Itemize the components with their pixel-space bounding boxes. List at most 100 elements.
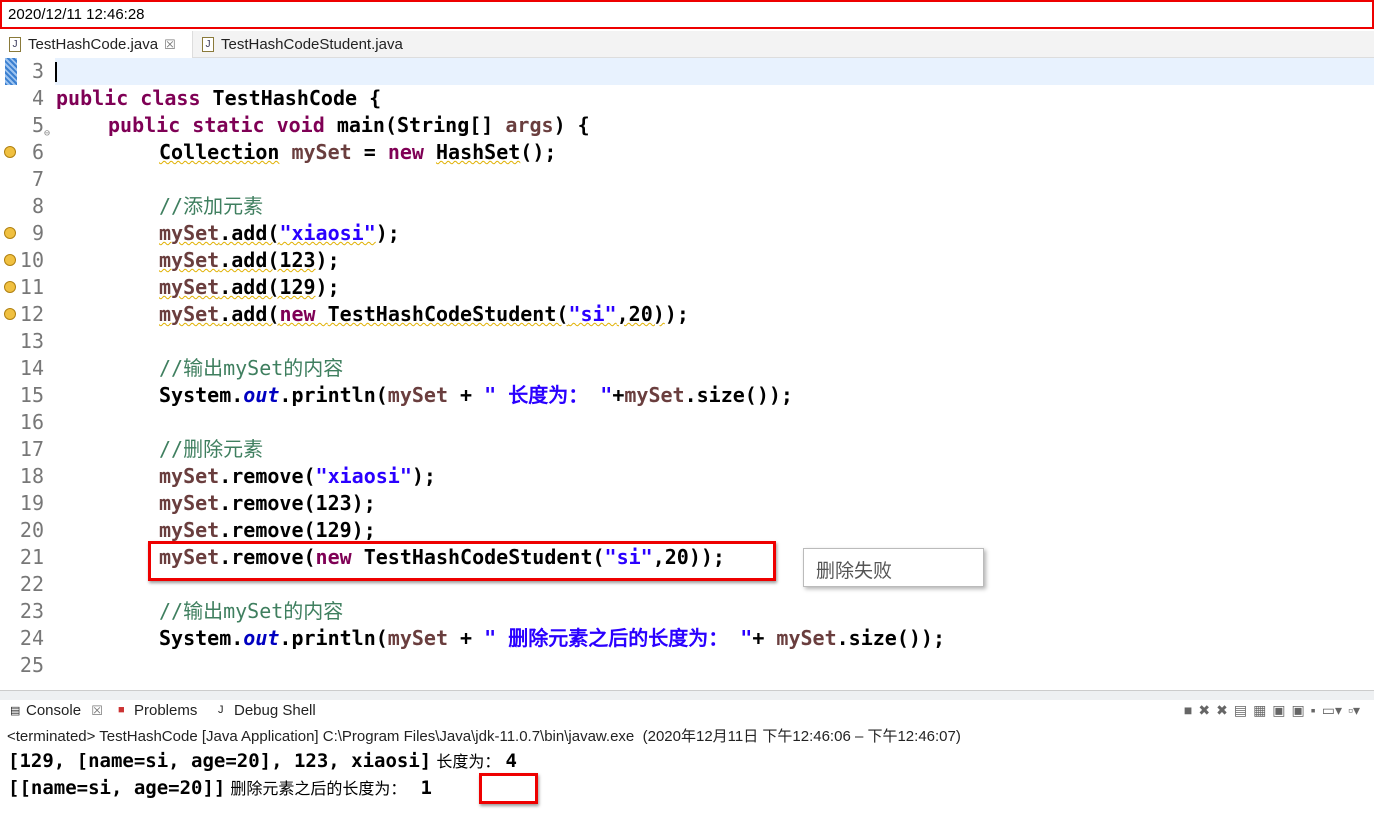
line-number: 14 (19, 356, 44, 380)
code-token: public (108, 113, 193, 137)
output-text: [129, [name=si, age=20], 123, xiaosi] (8, 750, 432, 772)
code-token: " 删除元素之后的长度为： " (484, 626, 753, 650)
close-icon[interactable]: ☒ (164, 37, 176, 52)
code-token: ,20) (616, 302, 665, 326)
code-token: = (351, 140, 388, 164)
line-number: 21 (19, 545, 44, 569)
code-line[interactable]: 25 (0, 652, 1374, 679)
tab-label: Debug Shell (234, 702, 316, 719)
code-token: System. (159, 626, 244, 650)
code-line[interactable]: 12 mySet.add(new TestHashCodeStudent("si"… (0, 301, 1374, 328)
code-line[interactable]: 10 mySet.add(123); (0, 247, 1374, 274)
code-token: mySet (159, 302, 220, 326)
code-line[interactable]: 15 System.out.println(mySet + " 长度为： "+my… (0, 382, 1374, 409)
display-console-icon[interactable]: ▭▾ (1322, 702, 1342, 719)
code-token: ); (315, 275, 340, 299)
word-wrap-icon[interactable]: ▦ (1253, 702, 1266, 719)
line-number: 15 (19, 383, 44, 407)
code-token: mySet (776, 626, 837, 650)
show-stdout-icon[interactable]: ▣ (1272, 702, 1285, 719)
console-process-info: <terminated> TestHashCode [Java Applicat… (7, 728, 961, 745)
code-text: //删除元素 (159, 436, 263, 463)
line-number: 6 (31, 140, 44, 164)
timestamp: 2020/12/11 12:46:28 (8, 6, 145, 23)
code-token: new (279, 302, 328, 326)
code-token: mySet (159, 518, 220, 542)
code-line[interactable]: 17 //删除元素 (0, 436, 1374, 463)
code-line[interactable]: 13 (0, 328, 1374, 355)
code-line[interactable]: 4 public class TestHashCode { (0, 85, 1374, 112)
code-token: ); (315, 248, 340, 272)
code-line[interactable]: 6 Collection mySet = new HashSet(); (0, 139, 1374, 166)
code-token: //删除元素 (159, 437, 264, 461)
code-token: //输出mySet的内容 (159, 356, 344, 380)
code-token: out (243, 383, 280, 407)
pin-icon[interactable]: ▪ (1311, 702, 1316, 719)
tab-console[interactable]: ▤ Console ☒ (10, 702, 103, 719)
code-line[interactable]: 5 ⊖ public static void main(String[] args)… (0, 112, 1374, 139)
tab-label: TestHashCodeStudent.java (221, 36, 403, 53)
code-line[interactable]: 24 System.out.println(mySet + " 删除元素之后的长度… (0, 625, 1374, 652)
terminate-icon[interactable]: ■ (1184, 702, 1192, 719)
code-token: mySet (387, 383, 449, 407)
close-icon[interactable]: ☒ (91, 703, 103, 718)
code-token: public (56, 86, 141, 110)
tab-label: TestHashCode.java (28, 36, 159, 53)
line-number: 19 (19, 491, 44, 515)
tab-debug-shell[interactable]: J Debug Shell (218, 702, 316, 719)
code-line[interactable]: 7 (0, 166, 1374, 193)
code-line[interactable]: 9 mySet.add("xiaosi"); (0, 220, 1374, 247)
java-file-icon: J (202, 37, 214, 52)
code-token: new (387, 140, 436, 164)
line-number: 17 (19, 437, 44, 461)
line-number: 20 (19, 518, 44, 542)
code-line[interactable]: 19 mySet.remove(123); (0, 490, 1374, 517)
code-token: args (505, 113, 554, 137)
panel-divider[interactable] (0, 690, 1374, 700)
code-token: .add(123 (219, 248, 316, 272)
code-token: "si" (568, 302, 617, 326)
code-line[interactable]: 18 mySet.remove("xiaosi"); (0, 463, 1374, 490)
timestamp-bar: 2020/12/11 12:46:28 (0, 0, 1374, 29)
remove-launch-icon[interactable]: ✖ (1198, 702, 1210, 719)
problems-icon: ■ (118, 704, 125, 716)
code-line[interactable]: 3 (0, 58, 1374, 85)
code-token: .println( (279, 383, 388, 407)
code-line[interactable]: 23 //输出mySet的内容 (0, 598, 1374, 625)
tab-problems[interactable]: ■ Problems (118, 702, 197, 719)
code-text: System.out.println(mySet + " 长度为： "+mySe… (159, 382, 793, 409)
code-line[interactable]: 11 mySet.add(129); (0, 274, 1374, 301)
code-token: .add( (219, 221, 280, 245)
code-text: mySet.remove(129); (159, 517, 376, 544)
code-text: //输出mySet的内容 (159, 598, 343, 625)
line-number: 24 (19, 626, 44, 650)
code-token: System. (159, 383, 244, 407)
code-line[interactable]: 16 (0, 409, 1374, 436)
line-number: 8 (31, 194, 44, 218)
console-tabs: ▤ Console ☒ ■ Problems J Debug Shell ■ ✖ ✖ ▤ ▦ ▣… (0, 700, 1374, 724)
code-editor[interactable]: 3 4 public class TestHashCode {5 ⊖ public st… (0, 58, 1374, 690)
tab-testhashcodestudent[interactable]: J TestHashCodeStudent.java (193, 31, 409, 58)
line-number: 4 (31, 86, 44, 110)
code-token: //输出mySet的内容 (159, 599, 344, 623)
code-text: mySet.add("xiaosi"); (159, 220, 400, 247)
code-token: ); (375, 221, 400, 245)
editor-tabs: J TestHashCode.java ☒ J TestHashCodeStude… (0, 31, 1374, 58)
console-icon: ▤ (10, 705, 21, 717)
code-token: + (448, 383, 485, 407)
code-line[interactable]: 14 //输出mySet的内容 (0, 355, 1374, 382)
line-number: 22 (19, 572, 44, 596)
new-console-icon[interactable]: ▫▾ (1348, 702, 1360, 719)
show-stderr-icon[interactable]: ▣ (1292, 702, 1305, 719)
tab-testhashcode[interactable]: J TestHashCode.java ☒ (0, 31, 193, 58)
code-line[interactable]: 8 //添加元素 (0, 193, 1374, 220)
scroll-lock-icon[interactable]: ▤ (1234, 702, 1247, 719)
output-value: 4 (505, 750, 517, 772)
code-token: class (140, 86, 213, 110)
remove-all-icon[interactable]: ✖ (1216, 702, 1228, 719)
code-line[interactable]: 20 mySet.remove(129); (0, 517, 1374, 544)
code-token: main(String[] (336, 113, 506, 137)
code-token: .remove(129); (219, 518, 376, 542)
code-token: "xiaosi" (315, 464, 412, 488)
